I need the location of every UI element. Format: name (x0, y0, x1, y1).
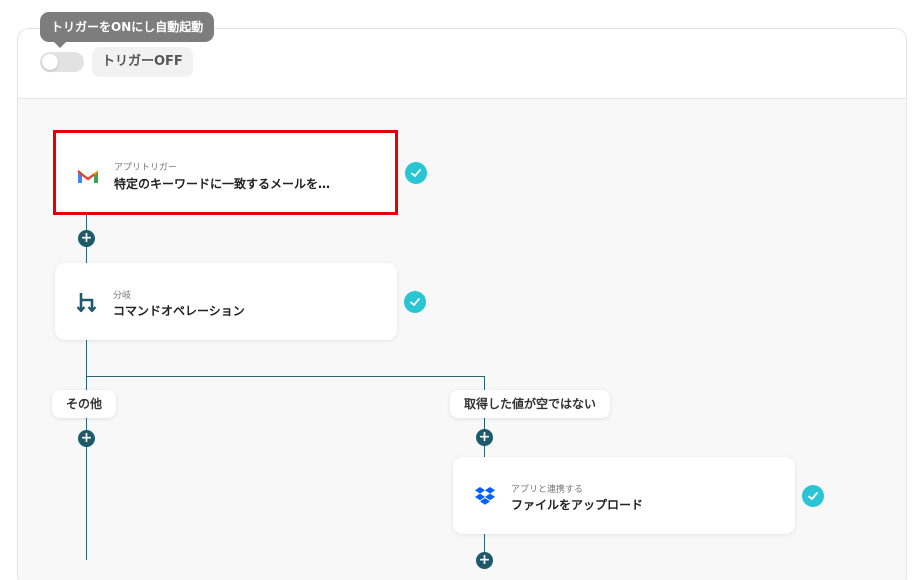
add-step-button-1[interactable]: + (78, 230, 95, 247)
trigger-card-subtitle: アプリトリガー (114, 163, 178, 173)
trigger-card-title: 特定のキーワードに一致するメールを… (114, 177, 331, 191)
connector-split-horizontal (86, 376, 485, 377)
upload-card-title: ファイルをアップロード (511, 498, 644, 512)
branch-label-other: その他 (52, 390, 117, 418)
upload-card[interactable]: アプリと連携する ファイルをアップロード (453, 457, 795, 534)
add-step-button-right[interactable]: + (476, 429, 493, 446)
branch-label-not-empty: 取得した値が空ではない (450, 390, 611, 418)
trigger-status-label: トリガーOFF (92, 47, 193, 77)
tooltip-arrow (54, 42, 66, 48)
connector-branch-split (86, 340, 87, 560)
branch-check-icon (404, 291, 426, 313)
upload-check-icon (802, 485, 824, 507)
add-step-button-bottom[interactable]: + (476, 552, 493, 569)
dropbox-icon (475, 487, 495, 505)
add-step-button-left[interactable]: + (78, 430, 95, 447)
toggle-knob (42, 54, 58, 70)
trigger-toggle[interactable] (40, 52, 84, 72)
trigger-tooltip: トリガーをONにし自動起動 (40, 12, 215, 42)
trigger-check-icon (405, 162, 427, 184)
branch-card[interactable]: 分岐 コマンドオペレーション (55, 263, 397, 340)
branch-card-subtitle: 分岐 (113, 291, 132, 301)
gmail-icon (78, 170, 98, 183)
branch-card-title: コマンドオペレーション (113, 304, 245, 318)
trigger-card[interactable]: アプリトリガー 特定のキーワードに一致するメールを… (53, 130, 398, 215)
upload-card-subtitle: アプリと連携する (511, 485, 584, 495)
branch-icon (76, 293, 97, 313)
